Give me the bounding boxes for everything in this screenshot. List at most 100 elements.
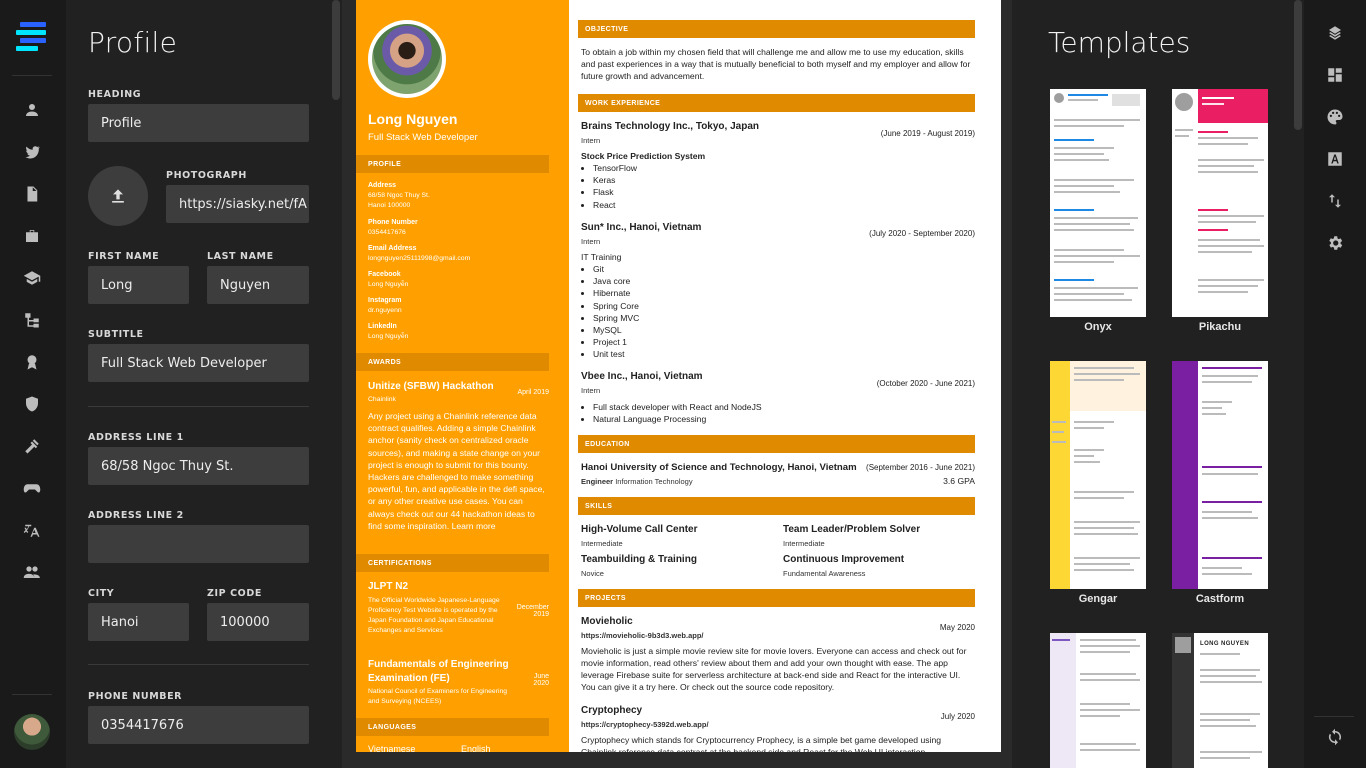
address2-label: ADDRESS LINE 2	[88, 510, 184, 521]
list-item: React	[593, 199, 637, 211]
resume-preview[interactable]: Long Nguyen Full Stack Web Developer PRO…	[356, 0, 1001, 752]
award-icon[interactable]	[19, 349, 45, 375]
upload-photo-button[interactable]	[88, 166, 148, 226]
template-celebi[interactable]: LONG NGUYEN	[1172, 633, 1268, 768]
scrollbar[interactable]	[332, 0, 340, 100]
job2-list: Git Java core Hibernate Spring Core Spri…	[581, 263, 639, 361]
cert1-title: JLPT N2	[368, 581, 409, 592]
template-pikachu[interactable]	[1172, 89, 1268, 317]
subtitle-field[interactable]: Full Stack Web Developer	[88, 344, 309, 382]
avatar[interactable]	[14, 714, 50, 750]
list-item: Git	[593, 263, 639, 275]
graduation-icon[interactable]	[19, 265, 45, 291]
photo-url-field[interactable]: https://siasky.net/fA	[166, 185, 309, 223]
skill-name: Teambuilding & Training	[581, 554, 697, 565]
sync-icon[interactable]	[1322, 724, 1348, 750]
cert2-title: Fundamentals of Engineering Examination …	[368, 659, 509, 684]
cert2-body: National Council of Examiners for Engine…	[368, 688, 508, 705]
scrollbar[interactable]	[1294, 0, 1302, 130]
profile-panel: Profile HEADING Profile PHOTOGRAPH https…	[66, 0, 342, 768]
page-title: Profile	[88, 26, 178, 59]
first-name-field[interactable]: Long	[88, 266, 189, 304]
tools-icon[interactable]	[19, 433, 45, 459]
layers-icon[interactable]	[1322, 20, 1348, 46]
proj2-url[interactable]: https://cryptophecy-5392d.web.app/	[581, 720, 709, 729]
address1-field[interactable]: 68/58 Ngoc Thuy St.	[88, 447, 309, 485]
list-item: Java core	[593, 275, 639, 287]
edu-gpa: 3.6 GPA	[943, 476, 975, 486]
linkedin-block: LinkedIn Long Nguyễn	[368, 323, 409, 340]
cert1-date: December 2019	[516, 604, 549, 618]
profile-heading: PROFILE	[356, 155, 549, 173]
proj2-title: Cryptophecy	[581, 705, 643, 716]
heading-field[interactable]: Profile	[88, 104, 309, 142]
job3-company: Vbee Inc., Hanoi, Vietnam	[581, 371, 703, 382]
list-item: Project 1	[593, 336, 639, 348]
facebook-block: Facebook Long Nguyễn	[368, 271, 409, 288]
subtitle-label: SUBTITLE	[88, 329, 144, 340]
proj1-url[interactable]: https://movieholic-9b3d3.web.app/	[581, 631, 704, 640]
gear-icon[interactable]	[1322, 230, 1348, 256]
font-icon[interactable]	[1322, 146, 1348, 172]
phone-block: Phone Number 0354417676	[368, 219, 418, 236]
projects-heading: PROJECTS	[578, 589, 975, 607]
skill-name: High-Volume Call Center	[581, 524, 698, 535]
address1-label: ADDRESS LINE 1	[88, 432, 184, 443]
objective-heading: OBJECTIVE	[578, 20, 975, 38]
template-name: Pikachu	[1198, 321, 1242, 333]
email-block: Email Address longnguyen25111998@gmail.co…	[368, 245, 471, 262]
job2-company: Sun* Inc., Hanoi, Vietnam	[581, 222, 702, 233]
gamepad-icon[interactable]	[19, 475, 45, 501]
list-item: Spring Core	[593, 300, 639, 312]
last-name-field[interactable]: Nguyen	[207, 266, 309, 304]
resume-main: OBJECTIVE To obtain a job within my chos…	[578, 0, 975, 752]
instagram-block: Instagram dr.nguyenn	[368, 297, 402, 314]
address2-field[interactable]	[88, 525, 309, 563]
template-castform[interactable]	[1172, 361, 1268, 589]
shield-icon[interactable]	[19, 391, 45, 417]
languages-heading: LANGUAGES	[356, 718, 549, 736]
template-gengar[interactable]	[1050, 361, 1146, 589]
proj1-body: Movieholic is just a simple movie review…	[581, 646, 967, 692]
resume-subtitle: Full Stack Web Developer	[368, 132, 478, 143]
proj2-body: Cryptophecy which stands for Cryptocurre…	[581, 735, 942, 752]
twitter-icon[interactable]	[19, 139, 45, 165]
city-field[interactable]: Hanoi	[88, 603, 189, 641]
list-item: TensorFlow	[593, 162, 637, 174]
template-name: Castform	[1195, 593, 1245, 605]
phone-label: PHONE NUMBER	[88, 691, 183, 702]
skill-name: Continuous Improvement	[783, 554, 905, 565]
template-glalie[interactable]	[1050, 633, 1146, 768]
skill-level: Novice	[581, 569, 604, 578]
work-heading: WORK EXPERIENCE	[578, 94, 975, 112]
job3-list: Full stack developer with React and Node…	[581, 401, 762, 425]
resume-name: Long Nguyen	[368, 111, 458, 127]
left-nav	[0, 0, 66, 768]
document-icon[interactable]	[19, 181, 45, 207]
template-onyx[interactable]	[1050, 89, 1146, 317]
zip-label: ZIP CODE	[207, 588, 262, 599]
briefcase-icon[interactable]	[19, 223, 45, 249]
palette-icon[interactable]	[1322, 104, 1348, 130]
templates-title: Templates	[1048, 26, 1191, 59]
tree-icon[interactable]	[19, 307, 45, 333]
people-icon[interactable]	[19, 559, 45, 585]
job2-role: Intern	[581, 237, 601, 246]
skill-name: Team Leader/Problem Solver	[783, 524, 921, 535]
list-item: Spring MVC	[593, 312, 639, 324]
phone-field[interactable]: 0354417676	[88, 706, 309, 744]
awards-heading: AWARDS	[356, 353, 549, 371]
award-org: Chainlink	[368, 396, 396, 403]
translate-icon[interactable]	[19, 517, 45, 543]
job2-project: IT Training	[581, 252, 622, 262]
user-icon[interactable]	[19, 97, 45, 123]
zip-field[interactable]: 100000	[207, 603, 309, 641]
edu-school: Hanoi University of Science and Technolo…	[581, 462, 857, 473]
edu-date: (September 2016 - June 2021)	[866, 463, 975, 472]
language-1: Vietnamese	[368, 744, 416, 752]
heading-label: HEADING	[88, 89, 142, 100]
sort-icon[interactable]	[1322, 188, 1348, 214]
dashboard-icon[interactable]	[1322, 62, 1348, 88]
templates-panel: Templates Onyx Pikachu Gengar Castform L…	[1012, 0, 1304, 768]
list-item: MySQL	[593, 324, 639, 336]
